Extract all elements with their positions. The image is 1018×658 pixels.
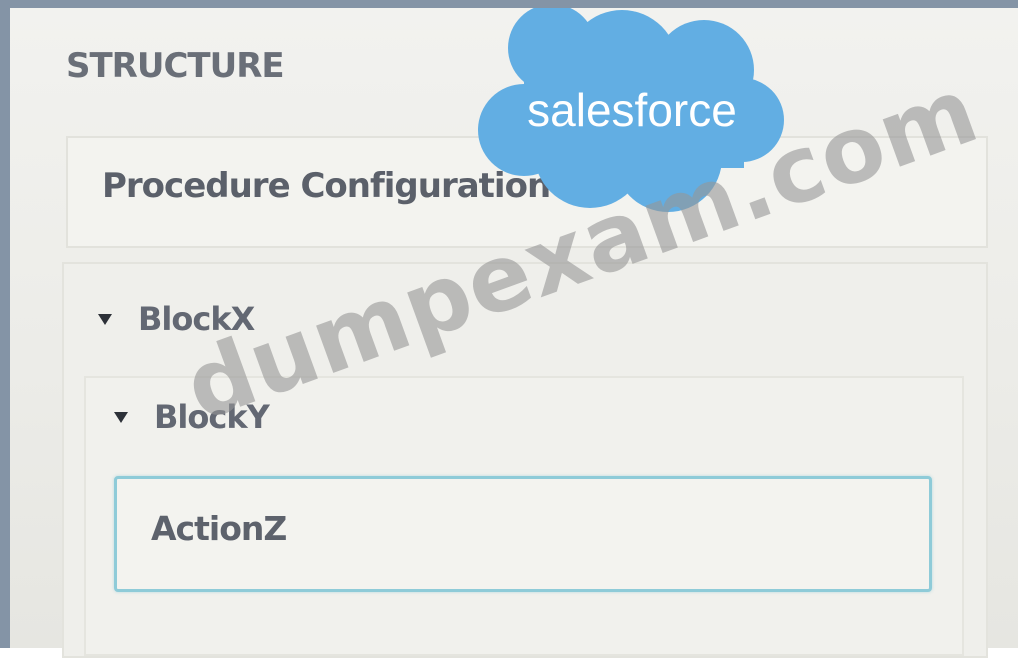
structure-panel: STRUCTURE Procedure Configuration BlockX…: [0, 0, 1018, 658]
panel-title: STRUCTURE: [66, 46, 285, 86]
action-z-label: ActionZ: [151, 509, 287, 548]
caret-down-icon[interactable]: [98, 313, 112, 325]
action-z-item[interactable]: ActionZ: [114, 476, 932, 592]
caret-down-icon[interactable]: [114, 411, 128, 423]
salesforce-logo-text: salesforce: [527, 84, 737, 136]
